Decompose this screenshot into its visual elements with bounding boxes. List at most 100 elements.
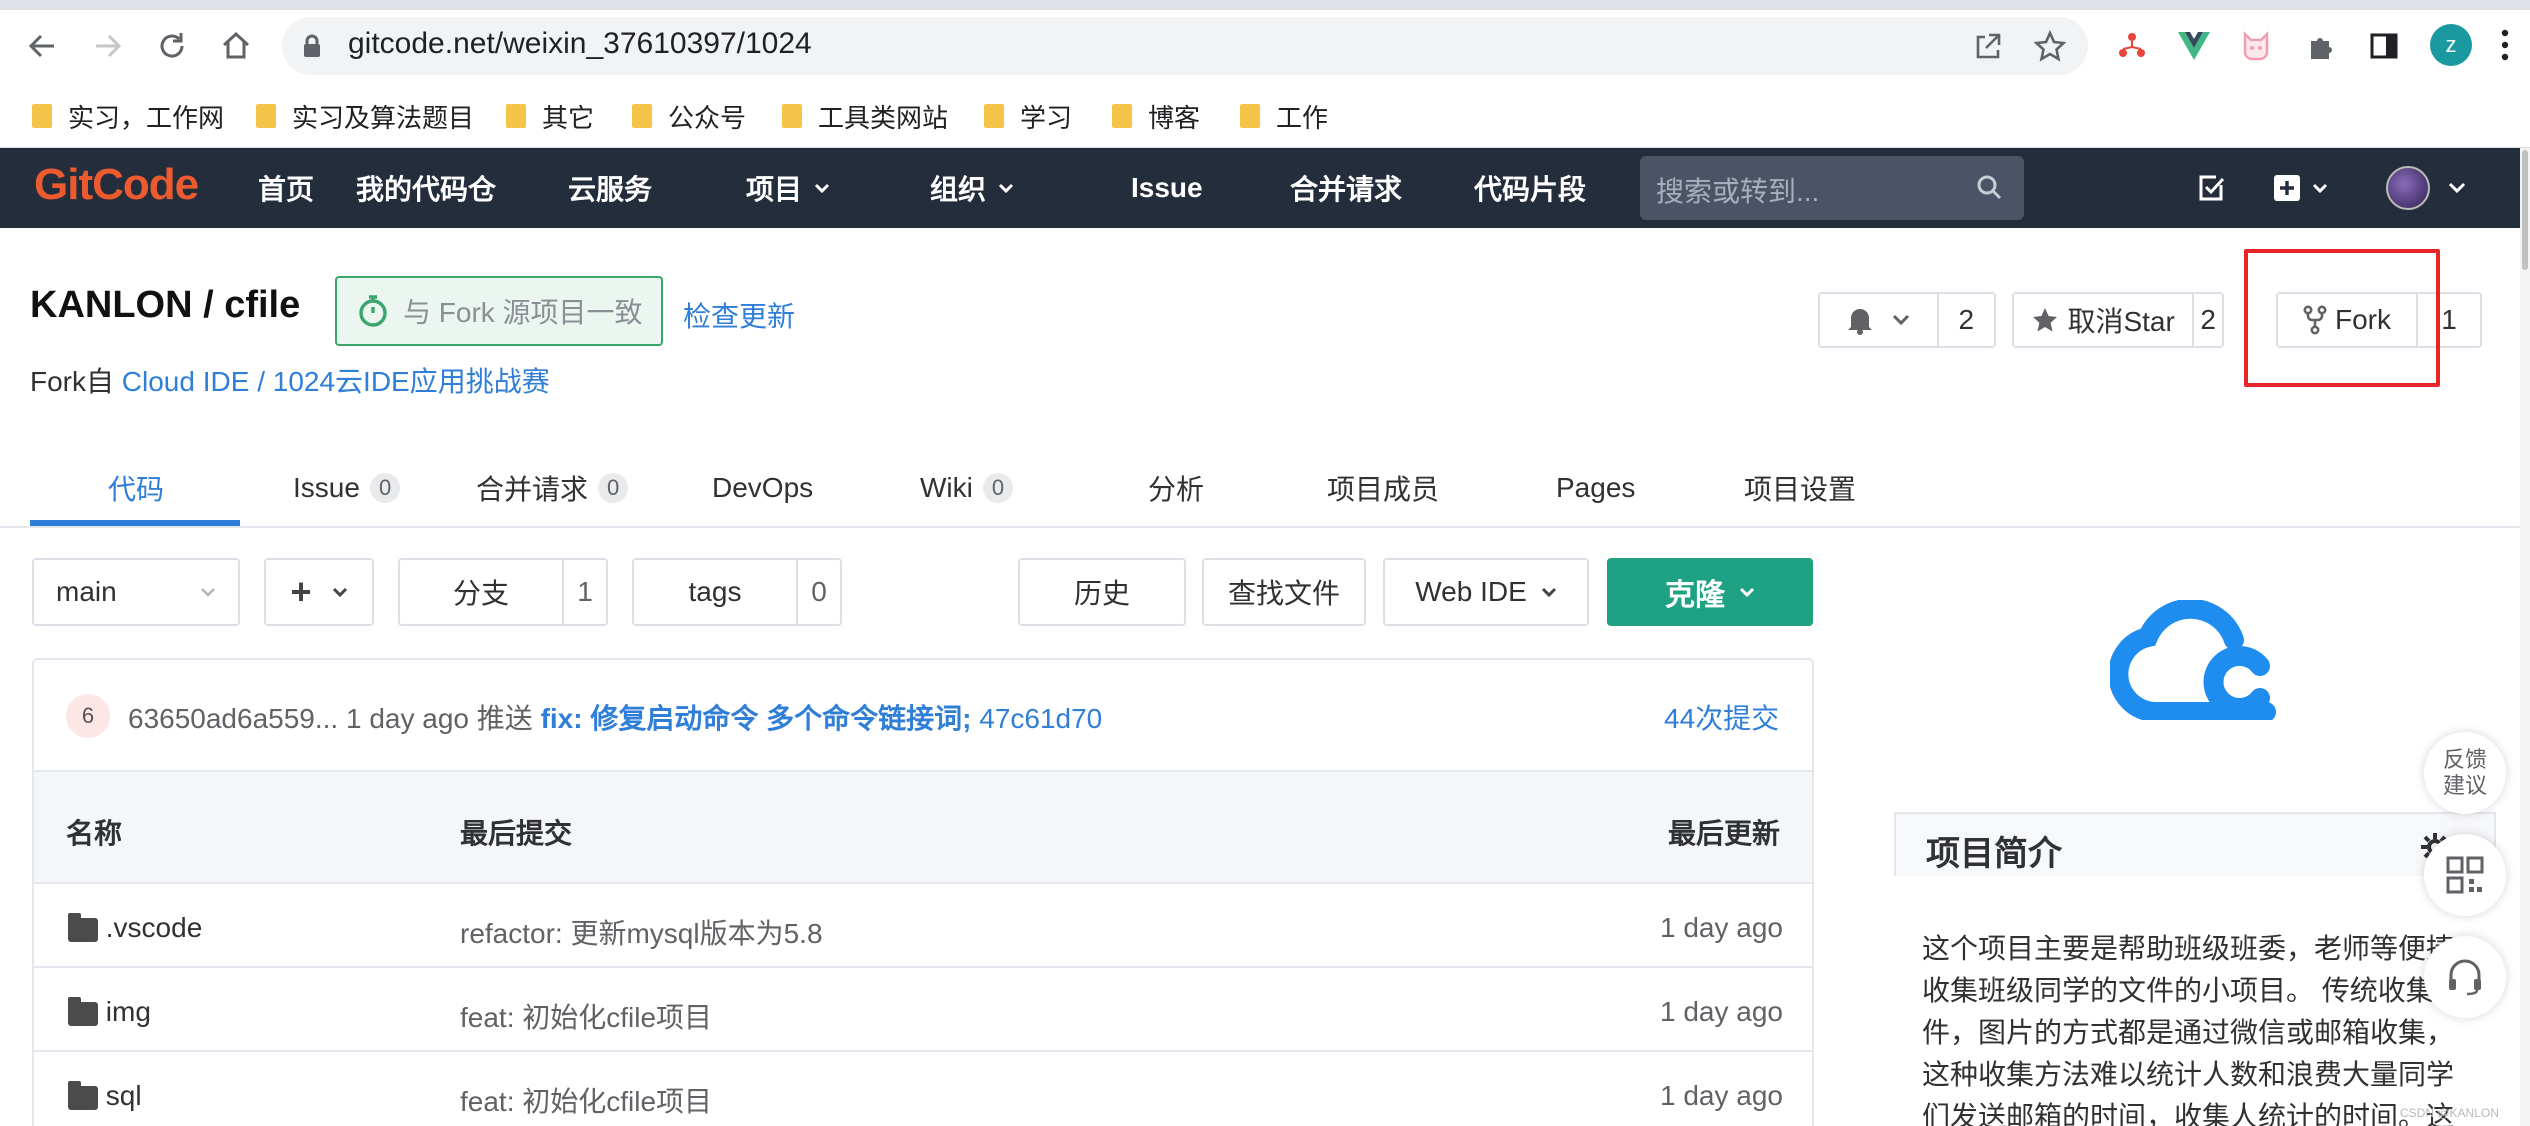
- tab-members[interactable]: 项目成员: [1327, 468, 1439, 508]
- unstar-button[interactable]: 取消Star: [2014, 294, 2192, 346]
- check-update-link[interactable]: 检查更新: [683, 295, 795, 335]
- url-text[interactable]: gitcode.net/weixin_37610397/1024: [348, 27, 812, 61]
- table-row[interactable]: [32, 968, 1814, 1052]
- clone-button[interactable]: 克隆: [1607, 558, 1813, 626]
- tab-wiki[interactable]: Wiki 0: [920, 468, 1014, 508]
- bookmark-folder[interactable]: 实习及算法题目: [256, 96, 474, 136]
- file-commit-message[interactable]: feat: 初始化cfile项目: [460, 996, 712, 1036]
- branches-count: 1: [562, 560, 606, 624]
- table-row[interactable]: [32, 884, 1814, 968]
- nav-issue[interactable]: Issue: [1131, 168, 1203, 208]
- tab-settings[interactable]: 项目设置: [1744, 468, 1856, 508]
- commit-author[interactable]: 63650ad6a559...: [128, 703, 338, 734]
- commit-author-avatar[interactable]: 6: [66, 694, 110, 738]
- tab-devops[interactable]: DevOps: [712, 468, 813, 508]
- project-intro-title: 项目简介: [1926, 835, 2062, 873]
- bookmark-folder[interactable]: 其它: [506, 96, 594, 136]
- tab-label: 代码: [108, 474, 165, 505]
- tab-label: 项目设置: [1744, 474, 1857, 505]
- side-panel-icon[interactable]: [2362, 24, 2406, 68]
- extension-org-icon[interactable]: [2110, 24, 2154, 68]
- chevron-down-icon: [998, 183, 1014, 193]
- search-icon: [1976, 174, 2002, 200]
- browser-menu-icon[interactable]: [2500, 28, 2510, 62]
- nav-my-repos[interactable]: 我的代码仓: [356, 168, 496, 208]
- notification-button[interactable]: [1820, 294, 1937, 346]
- nav-cloud-services[interactable]: 云服务: [568, 168, 652, 208]
- table-row[interactable]: [32, 1052, 1814, 1126]
- bookmark-folder[interactable]: 公众号: [632, 96, 746, 136]
- qrcode-button[interactable]: [2424, 834, 2506, 916]
- nav-label: 我的代码仓: [356, 174, 497, 205]
- notification-button-group: 2: [1818, 292, 1996, 348]
- lock-icon: [302, 34, 322, 58]
- project-title[interactable]: KANLON / cfile: [30, 284, 300, 327]
- project-description: 这个项目主要是帮助班级班委，老师等便捷收集班级同学的文件的小项目。 传统收集文件…: [1922, 933, 2462, 1126]
- file-commit-message[interactable]: refactor: 更新mysql版本为5.8: [460, 912, 823, 952]
- chevron-down-icon[interactable]: [2448, 182, 2466, 194]
- home-icon[interactable]: [216, 22, 256, 70]
- tab-issue[interactable]: Issue 0: [293, 468, 401, 508]
- bookmark-star-icon[interactable]: [2028, 24, 2072, 68]
- find-file-button[interactable]: 查找文件: [1202, 558, 1366, 626]
- nav-projects[interactable]: 项目: [746, 168, 830, 208]
- feedback-label: 反馈建议: [2442, 747, 2487, 798]
- nav-organizations[interactable]: 组织: [930, 168, 1014, 208]
- cat-extension-icon[interactable]: [2234, 24, 2278, 68]
- nav-label: 合并请求: [1290, 174, 1403, 205]
- tab-label: 分析: [1148, 474, 1205, 505]
- nav-label: 云服务: [568, 174, 653, 205]
- file-name-cell[interactable]: img: [68, 996, 151, 1028]
- tab-merge-requests[interactable]: 合并请求 0: [476, 468, 629, 508]
- nav-snippets[interactable]: 代码片段: [1474, 168, 1586, 208]
- back-icon[interactable]: [22, 22, 62, 70]
- file-name-cell[interactable]: sql: [68, 1080, 142, 1112]
- commit-count-link[interactable]: 44次提交: [1664, 697, 1779, 737]
- browser-profile-avatar[interactable]: z: [2430, 24, 2472, 66]
- share-icon[interactable]: [1966, 24, 2010, 68]
- bookmark-folder[interactable]: 学习: [984, 96, 1072, 136]
- bookmark-folder[interactable]: 博客: [1112, 96, 1200, 136]
- bell-icon: [1848, 309, 1873, 335]
- feedback-button[interactable]: 反馈建议: [2424, 732, 2506, 814]
- tab-code[interactable]: 代码: [108, 468, 164, 508]
- bookmark-folder[interactable]: 工具类网站: [782, 96, 948, 136]
- new-item-button[interactable]: [2272, 173, 2334, 203]
- column-last-commit: 最后提交: [460, 818, 573, 849]
- tab-analytics[interactable]: 分析: [1148, 468, 1204, 508]
- vue-devtools-icon[interactable]: [2172, 24, 2216, 68]
- file-commit-message[interactable]: feat: 初始化cfile项目: [460, 1080, 712, 1120]
- history-button[interactable]: 历史: [1018, 558, 1186, 626]
- customer-service-button[interactable]: [2424, 936, 2506, 1018]
- branch-select[interactable]: main: [32, 558, 240, 626]
- star-button-group: 取消Star 2: [2012, 292, 2224, 348]
- fork-source-link[interactable]: Cloud IDE / 1024云IDE应用挑战赛: [122, 366, 550, 397]
- commit-message[interactable]: fix: 修复启动命令 多个命令链接词;: [541, 703, 972, 734]
- add-dropdown-button[interactable]: +: [264, 558, 374, 626]
- branches-button[interactable]: 分支 1: [398, 558, 608, 626]
- todo-icon[interactable]: [2196, 173, 2226, 203]
- extensions-puzzle-icon[interactable]: [2300, 24, 2344, 68]
- reload-icon[interactable]: [152, 22, 192, 70]
- bookmark-folder[interactable]: 实习，工作网: [32, 96, 224, 136]
- plus-icon: +: [290, 571, 312, 612]
- web-ide-button[interactable]: Web IDE: [1383, 558, 1589, 626]
- user-avatar[interactable]: [2386, 166, 2430, 210]
- forward-icon[interactable]: [88, 22, 128, 70]
- watermark: CSDN @KANLON: [2400, 1106, 2499, 1120]
- bookmark-folder[interactable]: 工作: [1240, 96, 1328, 136]
- chevron-down-icon: [1893, 314, 1910, 326]
- file-name-cell[interactable]: .vscode: [68, 912, 202, 944]
- nav-merge-requests[interactable]: 合并请求: [1290, 168, 1402, 208]
- bookmark-label: 学习: [1020, 102, 1073, 133]
- search-placeholder: 搜索或转到...: [1656, 176, 1820, 207]
- bookmark-label: 实习，工作网: [68, 102, 225, 133]
- gitcode-logo[interactable]: GitCode: [34, 160, 199, 210]
- tab-pages[interactable]: Pages: [1556, 468, 1635, 508]
- scrollbar-thumb[interactable]: [2522, 150, 2528, 270]
- tags-button[interactable]: tags 0: [632, 558, 842, 626]
- commit-sha[interactable]: 47c61d70: [979, 703, 1102, 734]
- nav-home[interactable]: 首页: [258, 168, 314, 208]
- page-scrollbar[interactable]: [2520, 148, 2530, 1126]
- bookmark-label: 工作: [1276, 102, 1329, 133]
